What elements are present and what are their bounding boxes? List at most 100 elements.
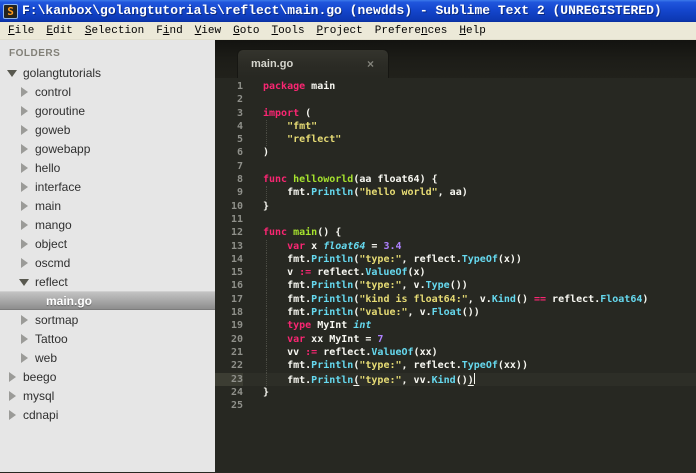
code-text[interactable]: var xx MyInt = 7 xyxy=(243,332,696,346)
code-text[interactable] xyxy=(243,160,696,173)
triangle-right-icon[interactable] xyxy=(8,391,17,401)
indent-guide xyxy=(266,133,267,147)
line-number: 15 xyxy=(230,267,243,279)
code-text[interactable]: v := reflect.ValueOf(x) xyxy=(243,266,696,280)
line-number: 11 xyxy=(230,213,243,225)
triangle-right-icon[interactable] xyxy=(8,410,17,420)
triangle-down-icon[interactable] xyxy=(19,277,29,286)
code-text[interactable]: package main xyxy=(243,80,696,93)
menu-selection[interactable]: Selection xyxy=(79,22,150,40)
sidebar-item-hello[interactable]: hello xyxy=(0,158,215,177)
code-text[interactable]: func main() { xyxy=(243,226,696,239)
triangle-right-icon[interactable] xyxy=(20,201,29,211)
item-label: goweb xyxy=(35,122,71,137)
code-text[interactable]: fmt.Println("value:", v.Float()) xyxy=(243,306,696,320)
indent-guide xyxy=(266,359,267,373)
code-text[interactable]: import ( xyxy=(243,107,696,120)
sidebar-item-control[interactable]: control xyxy=(0,82,215,101)
sidebar-item-mysql[interactable]: mysql xyxy=(0,386,215,405)
sidebar-item-goweb[interactable]: goweb xyxy=(0,120,215,139)
triangle-right-icon[interactable] xyxy=(20,87,29,97)
menu-goto[interactable]: Goto xyxy=(227,22,265,40)
item-label: interface xyxy=(35,179,82,194)
item-label: cdnapi xyxy=(23,407,59,422)
triangle-right-icon[interactable] xyxy=(20,182,29,192)
triangle-right-icon[interactable] xyxy=(8,372,17,382)
code-text[interactable]: fmt.Println("type:", reflect.TypeOf(x)) xyxy=(243,252,696,267)
code-text[interactable]: fmt.Println("kind is float64:", v.Kind()… xyxy=(243,292,696,307)
sidebar-item-golangtutorials[interactable]: golangtutorials xyxy=(0,63,215,82)
code-area[interactable]: 1 package main 2 3 import (4 "fmt" 5 "reflect… xyxy=(215,78,696,472)
sidebar-item-mango[interactable]: mango xyxy=(0,215,215,234)
menu-view[interactable]: View xyxy=(189,22,227,40)
code-text[interactable]: "reflect" xyxy=(243,133,696,147)
code-text[interactable]: "fmt" xyxy=(243,119,696,134)
triangle-right-icon[interactable] xyxy=(20,106,29,116)
sidebar-item-main[interactable]: main xyxy=(0,196,215,215)
menu-help[interactable]: Help xyxy=(453,22,491,40)
triangle-right-icon[interactable] xyxy=(20,125,29,135)
indent-guide xyxy=(266,186,267,200)
triangle-down-icon[interactable] xyxy=(7,68,17,77)
sidebar-item-beego[interactable]: beego xyxy=(0,367,215,386)
item-label: main xyxy=(35,198,62,213)
item-label: golangtutorials xyxy=(23,65,102,80)
code-text[interactable]: } xyxy=(243,200,696,213)
sidebar-item-goroutine[interactable]: goroutine xyxy=(0,101,215,120)
code-line: 3 import ( xyxy=(215,107,696,120)
code-text[interactable] xyxy=(243,213,696,226)
code-text[interactable]: fmt.Println("type:", vv.Kind()) xyxy=(243,372,696,386)
code-text[interactable]: ) xyxy=(243,146,696,159)
triangle-right-icon[interactable] xyxy=(20,258,29,268)
item-label: object xyxy=(35,236,68,251)
tab-main-go[interactable]: main.go × xyxy=(237,49,389,78)
triangle-right-icon[interactable] xyxy=(20,334,29,344)
close-icon[interactable]: × xyxy=(367,57,374,71)
sidebar-item-cdnapi[interactable]: cdnapi xyxy=(0,405,215,424)
sidebar-item-reflect[interactable]: reflect xyxy=(0,272,215,291)
triangle-right-icon[interactable] xyxy=(20,315,29,325)
menu-preferences[interactable]: Preferences xyxy=(369,22,454,40)
code-line: 17 fmt.Println("kind is float64:", v.Kin… xyxy=(215,292,696,307)
indent-guide xyxy=(266,306,267,320)
sidebar-item-object[interactable]: object xyxy=(0,234,215,253)
code-text[interactable] xyxy=(243,93,696,106)
sidebar-item-main-go[interactable]: main.go xyxy=(0,291,215,310)
indent-guide xyxy=(266,292,267,307)
triangle-right-icon[interactable] xyxy=(20,239,29,249)
menu-tools[interactable]: Tools xyxy=(266,22,311,40)
sidebar-item-web[interactable]: web xyxy=(0,348,215,367)
code-text[interactable]: fmt.Println("hello world", aa) xyxy=(243,186,696,200)
code-text[interactable]: type MyInt int xyxy=(243,319,696,333)
item-label: gowebapp xyxy=(35,141,91,156)
triangle-right-icon[interactable] xyxy=(20,163,29,173)
triangle-right-icon[interactable] xyxy=(20,353,29,363)
code-text[interactable]: vv := reflect.ValueOf(xx) xyxy=(243,345,696,360)
menu-edit[interactable]: Edit xyxy=(40,22,78,40)
triangle-right-icon[interactable] xyxy=(20,144,29,154)
menu-bar: File Edit Selection Find View Goto Tools Projec… xyxy=(0,22,696,40)
tab-bar: main.go × xyxy=(215,40,696,78)
menu-find[interactable]: Find xyxy=(150,22,188,40)
menu-file[interactable]: File xyxy=(2,22,40,40)
triangle-right-icon[interactable] xyxy=(20,220,29,230)
code-text[interactable]: } xyxy=(243,386,696,399)
sidebar-item-gowebapp[interactable]: gowebapp xyxy=(0,139,215,158)
code-text[interactable]: fmt.Println("type:", v.Type()) xyxy=(243,279,696,293)
code-text[interactable]: func helloworld(aa float64) { xyxy=(243,173,696,186)
menu-project[interactable]: Project xyxy=(311,22,369,40)
code-text[interactable]: var x float64 = 3.4 xyxy=(243,239,696,253)
code-line: 8 func helloworld(aa float64) { xyxy=(215,173,696,186)
code-text[interactable]: fmt.Println("type:", reflect.TypeOf(xx)) xyxy=(243,359,696,373)
sublime-logo-icon[interactable]: S xyxy=(3,3,18,19)
sidebar-item-interface[interactable]: interface xyxy=(0,177,215,196)
sidebar-item-sortmap[interactable]: sortmap xyxy=(0,310,215,329)
item-label: beego xyxy=(23,369,57,384)
sidebar-item-oscmd[interactable]: oscmd xyxy=(0,253,215,272)
code-line: 15 v := reflect.ValueOf(x) xyxy=(215,266,696,280)
sidebar-item-tattoo[interactable]: Tattoo xyxy=(0,329,215,348)
title-bar[interactable]: S F:\kanbox\golangtutorials\reflect\main… xyxy=(0,0,696,22)
line-number: 16 xyxy=(230,280,243,292)
code-text[interactable] xyxy=(243,399,696,412)
indent-guide xyxy=(266,372,267,386)
